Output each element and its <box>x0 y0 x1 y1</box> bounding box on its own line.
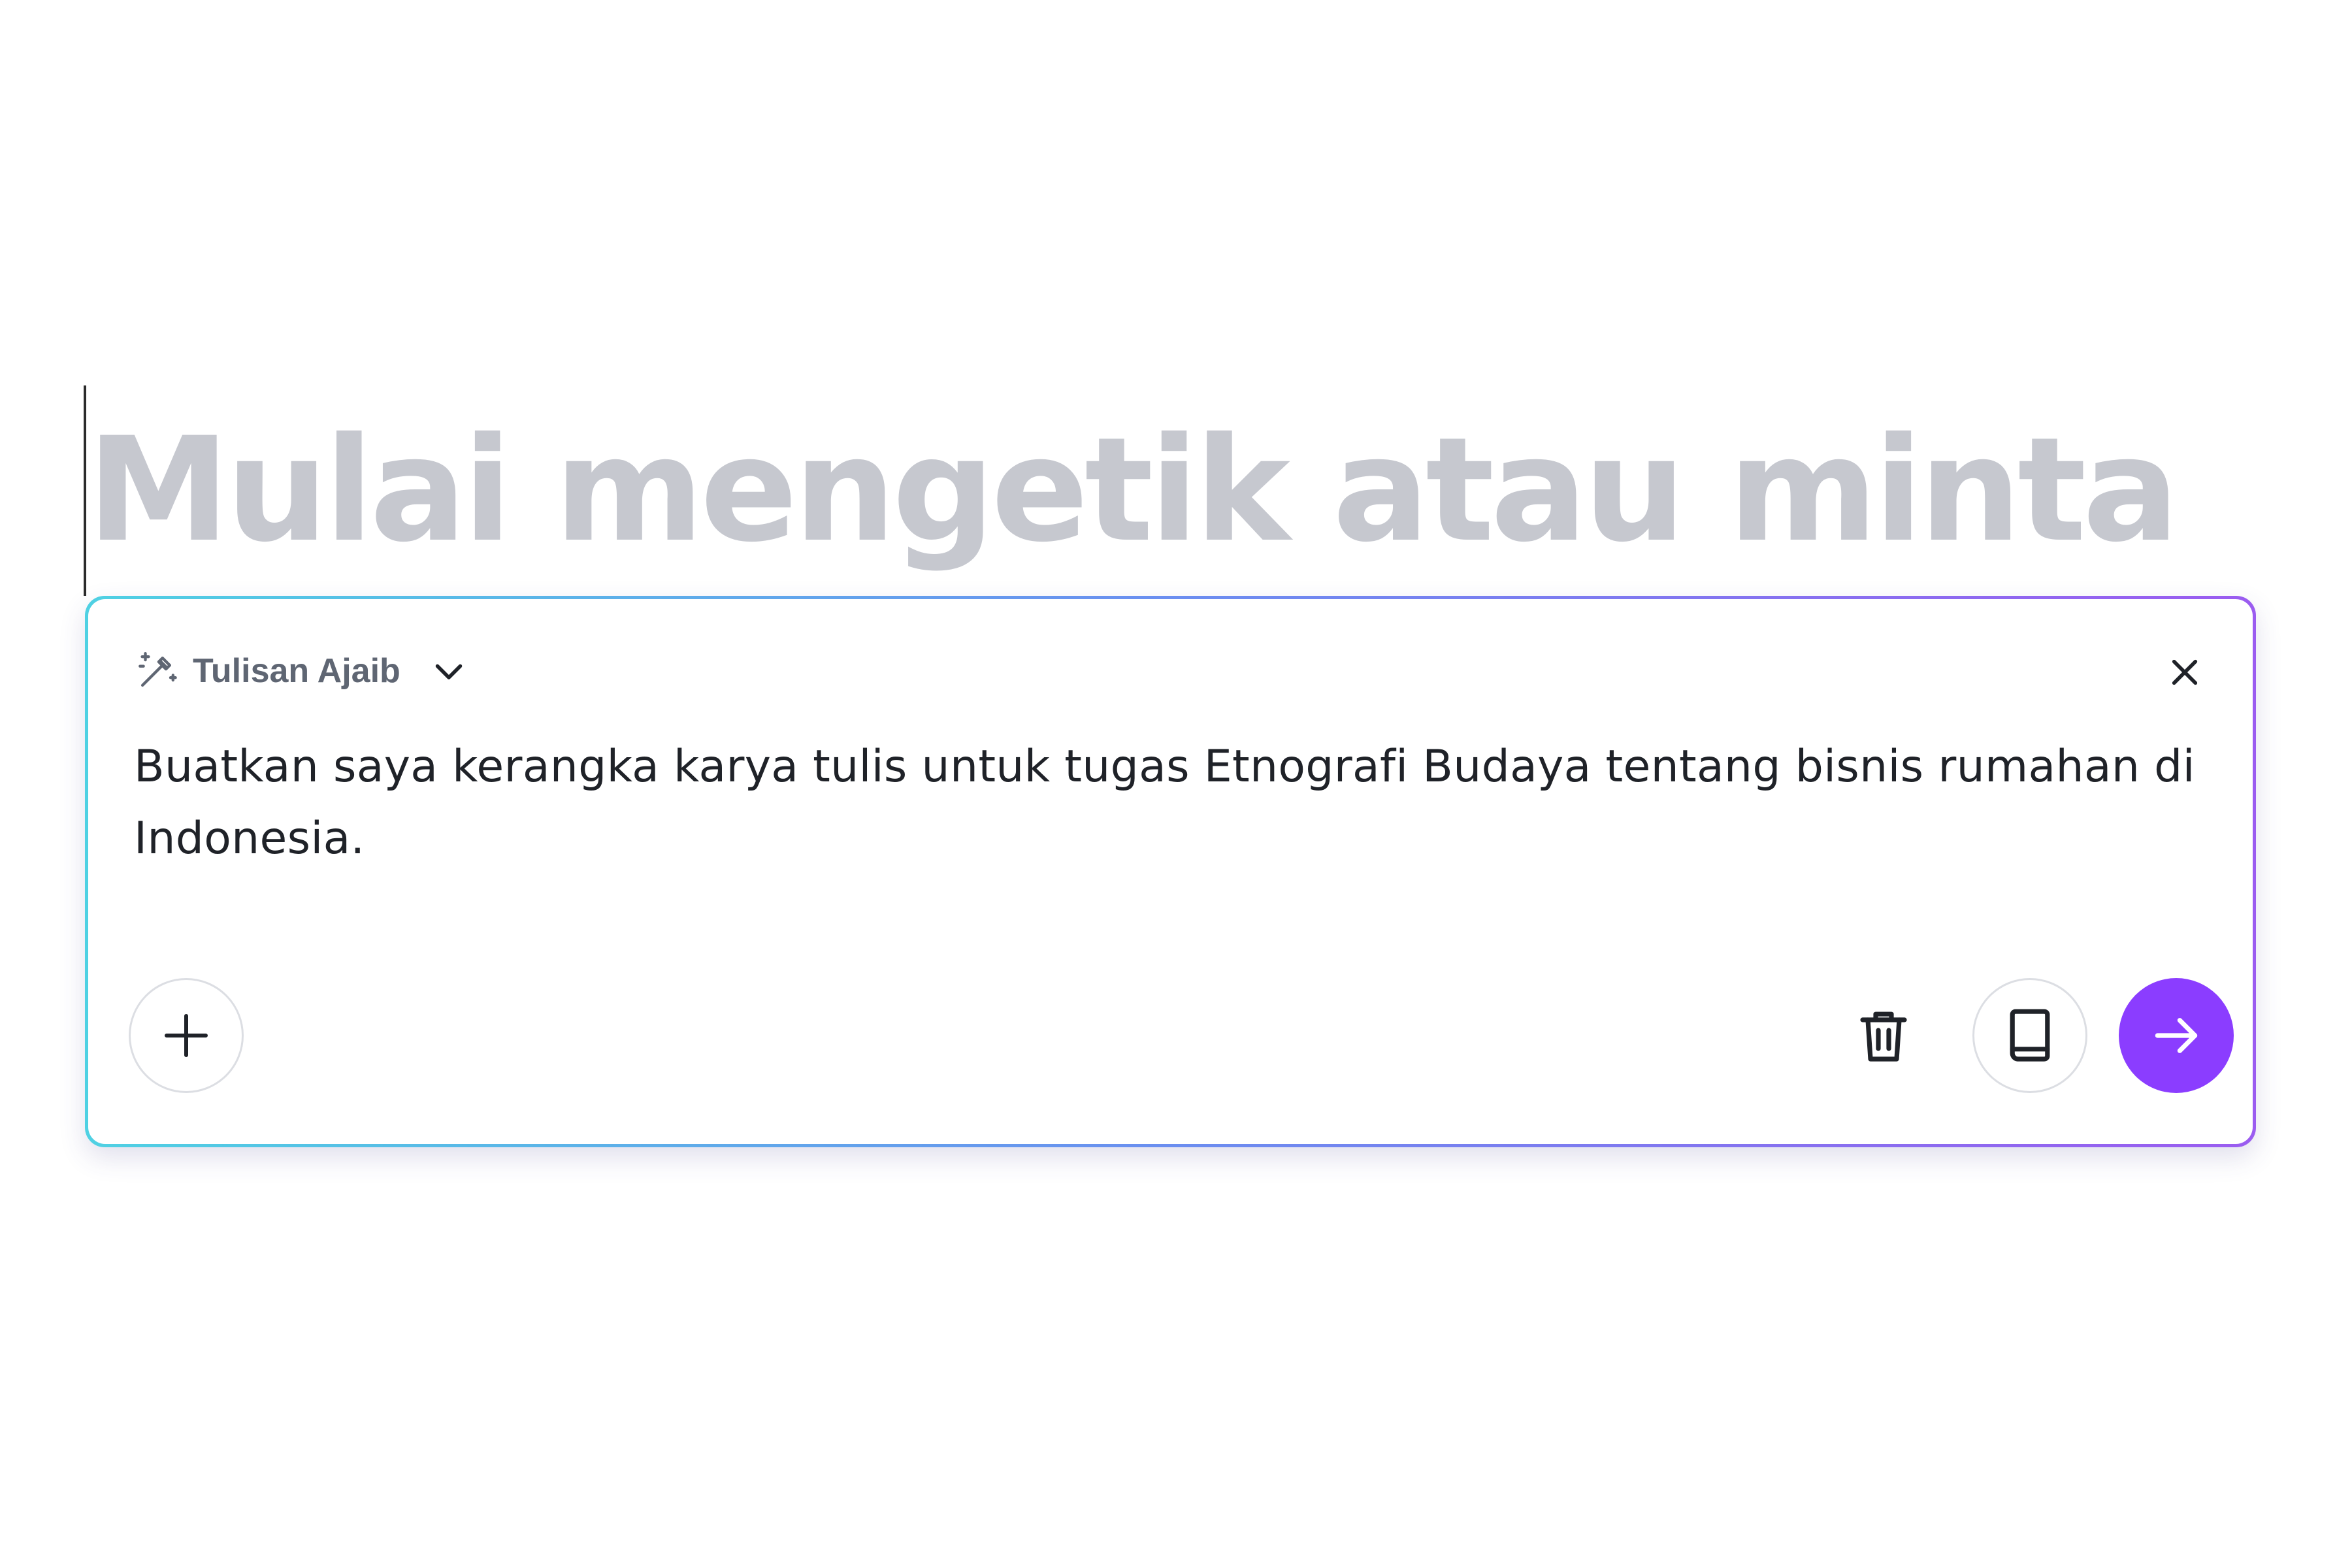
plus-icon <box>165 1014 208 1057</box>
chevron-down-icon <box>435 664 463 679</box>
canvas-placeholder-text[interactable]: Mulai mengetik atau minta <box>87 405 2180 575</box>
book-icon <box>2010 1009 2050 1062</box>
close-icon <box>2172 659 2198 685</box>
magic-write-panel: Tulisan Ajaib Buatkan saya kerangka kary… <box>85 596 2256 1147</box>
arrow-right-icon <box>2155 1018 2198 1053</box>
magic-wand-icon <box>139 651 177 687</box>
send-button[interactable] <box>2119 978 2234 1093</box>
magic-write-mode-dropdown[interactable]: Tulisan Ajaib <box>134 642 468 700</box>
magic-write-panel-body: Tulisan Ajaib Buatkan saya kerangka kary… <box>88 599 2253 1144</box>
magic-write-mode-label: Tulisan Ajaib <box>193 652 400 690</box>
library-button[interactable] <box>1972 978 2087 1093</box>
delete-button[interactable] <box>1826 978 1941 1093</box>
add-button[interactable] <box>129 978 244 1093</box>
text-cursor <box>84 385 86 596</box>
trash-icon <box>1860 1011 1907 1062</box>
prompt-input[interactable]: Buatkan saya kerangka karya tulis untuk … <box>134 731 2198 875</box>
close-button[interactable] <box>2159 646 2211 698</box>
